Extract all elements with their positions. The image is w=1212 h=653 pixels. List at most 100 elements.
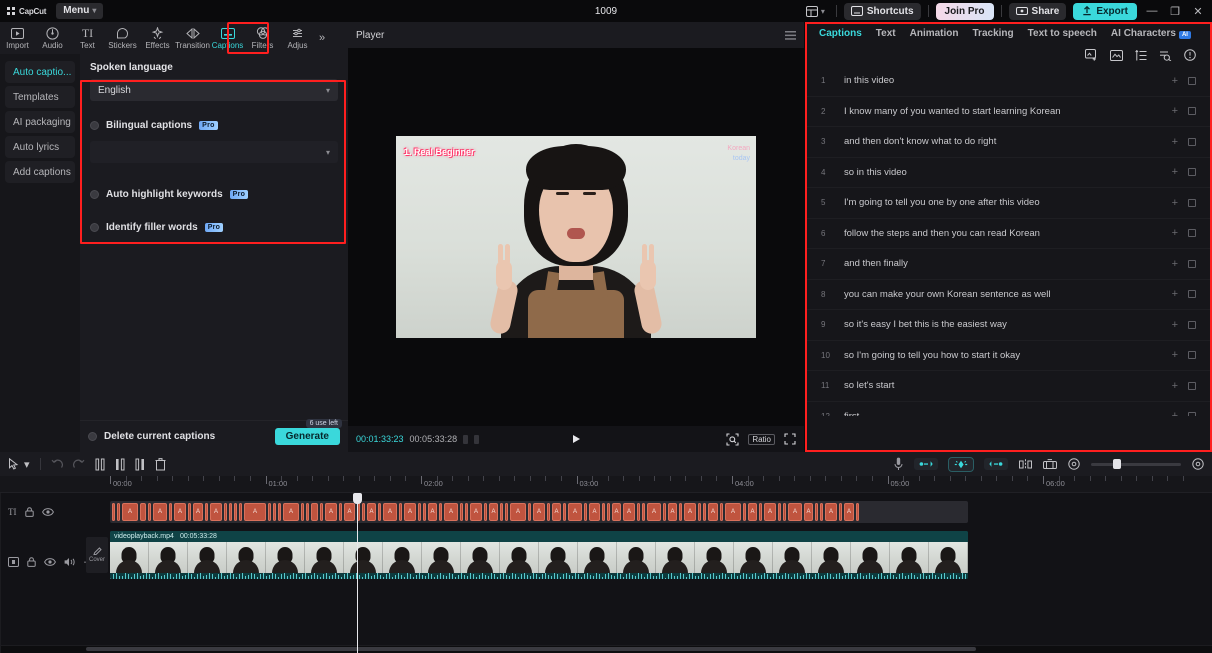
sidebar-item-auto-lyrics[interactable]: Auto lyrics [5, 136, 75, 158]
text-clip[interactable]: A [122, 503, 138, 521]
plus-icon[interactable]: + [1172, 319, 1178, 331]
text-clip[interactable] [607, 503, 610, 521]
trim-left-icon[interactable] [115, 458, 125, 471]
hamburger-icon[interactable] [785, 30, 796, 40]
playhead-knob[interactable] [353, 493, 362, 504]
text-clip[interactable]: A [725, 503, 741, 521]
checkbox-icon[interactable] [1188, 229, 1196, 238]
caption-row[interactable]: 10 so I'm going to tell you how to start… [805, 341, 1212, 371]
sort-list-icon[interactable] [1135, 49, 1147, 61]
text-clip[interactable]: A [804, 503, 813, 521]
checkbox-icon[interactable] [1188, 259, 1196, 268]
checkbox-icon[interactable] [1188, 76, 1196, 85]
text-clip[interactable] [584, 503, 587, 521]
text-clip[interactable] [500, 503, 503, 521]
text-clip[interactable] [378, 503, 381, 521]
text-clip[interactable] [268, 503, 271, 521]
generate-button[interactable]: Generate [274, 428, 340, 445]
sidebar-item-add-captions[interactable]: Add captions [5, 161, 75, 183]
text-clip[interactable]: A [533, 503, 545, 521]
undo-icon[interactable] [51, 459, 63, 470]
text-clip[interactable] [759, 503, 762, 521]
text-clip[interactable] [362, 503, 365, 521]
caption-text[interactable]: and then finally [844, 258, 1162, 269]
toolbar-item-audio[interactable]: Audio [35, 22, 70, 54]
checkbox-icon[interactable] [1188, 412, 1196, 416]
plus-icon[interactable]: + [1172, 197, 1178, 209]
text-clip[interactable]: A [684, 503, 696, 521]
caption-row[interactable]: 4 so in this video + [805, 158, 1212, 188]
checkbox-icon[interactable] [1188, 137, 1196, 146]
plus-icon[interactable]: + [1172, 105, 1178, 117]
caption-text[interactable]: you can make your own Korean sentence as… [844, 289, 1162, 300]
text-clip[interactable]: A [623, 503, 635, 521]
checkbox-icon[interactable] [1188, 198, 1196, 207]
text-clip[interactable] [856, 503, 859, 521]
text-clip[interactable] [399, 503, 402, 521]
caption-row[interactable]: 8 you can make your own Korean sentence … [805, 280, 1212, 310]
captions-list[interactable]: 1 in this video + 2 I know many of you w… [805, 66, 1212, 416]
text-clip[interactable] [839, 503, 842, 521]
crop-icon[interactable] [726, 432, 739, 446]
text-clip[interactable] [306, 503, 309, 521]
caption-row[interactable]: 6 follow the steps and then you can read… [805, 219, 1212, 249]
player-stage[interactable]: 1. Real Beginner Korean today [348, 48, 804, 426]
sidebar-item-ai-packaging[interactable]: AI packaging [5, 111, 75, 133]
text-clip[interactable]: A [404, 503, 416, 521]
toolbar-item-text[interactable]: TI Text [70, 22, 105, 54]
text-clip[interactable] [112, 503, 115, 521]
chevron-down-icon[interactable]: ▾ [24, 458, 30, 471]
checkbox-icon[interactable] [1188, 290, 1196, 299]
text-clip[interactable]: A [489, 503, 498, 521]
text-clip[interactable] [439, 503, 442, 521]
text-clip[interactable]: A [444, 503, 458, 521]
text-clip[interactable] [239, 503, 242, 521]
text-clip[interactable]: A [174, 503, 186, 521]
text-clip[interactable]: A [470, 503, 482, 521]
text-clip[interactable] [642, 503, 645, 521]
text-clip[interactable] [224, 503, 227, 521]
checkbox-icon[interactable] [1188, 320, 1196, 329]
checkbox-icon[interactable] [1188, 107, 1196, 116]
text-clip[interactable] [148, 503, 151, 521]
plus-icon[interactable]: + [1172, 288, 1178, 300]
text-clip[interactable]: A [568, 503, 582, 521]
text-clip[interactable]: A [552, 503, 561, 521]
text-clip[interactable] [301, 503, 304, 521]
text-clip[interactable] [783, 503, 786, 521]
microphone-icon[interactable] [894, 457, 903, 471]
text-clip[interactable]: A [589, 503, 600, 521]
text-clip[interactable] [418, 503, 421, 521]
toolbar-item-import[interactable]: Import [0, 22, 35, 54]
text-clip[interactable] [484, 503, 487, 521]
zoom-fit-icon[interactable] [1192, 458, 1204, 470]
toolbar-item-captions[interactable]: Captions [210, 22, 245, 54]
info-icon[interactable] [1184, 49, 1196, 61]
play-icon[interactable] [572, 435, 580, 443]
text-track[interactable]: AAAAAAAAAAAAAAAAAAAAAAAAAAAAAAAAAA [110, 501, 968, 523]
video-caption-overlay[interactable]: 1. Real Beginner [404, 147, 475, 157]
second-language-select[interactable]: ▾ [90, 141, 338, 163]
text-clip[interactable]: A [210, 503, 222, 521]
caption-row[interactable]: 2 I know many of you wanted to start lea… [805, 97, 1212, 127]
caption-row[interactable]: 3 and then don't know what to do right + [805, 127, 1212, 158]
plus-icon[interactable]: + [1172, 410, 1178, 416]
text-clip[interactable] [528, 503, 531, 521]
text-clip[interactable]: A [367, 503, 376, 521]
text-clip[interactable] [778, 503, 781, 521]
playhead[interactable] [353, 493, 362, 653]
horizontal-scrollbar[interactable] [86, 647, 976, 651]
image-caption-icon[interactable] [1110, 49, 1123, 61]
timeline-zoom-slider[interactable] [1091, 459, 1181, 469]
eye-icon[interactable] [44, 558, 56, 566]
checkbox-icon[interactable] [90, 223, 99, 232]
text-clip[interactable] [602, 503, 605, 521]
text-clip[interactable] [423, 503, 426, 521]
slider-knob[interactable] [1113, 459, 1121, 469]
text-clip[interactable] [460, 503, 463, 521]
text-clip[interactable]: A [383, 503, 397, 521]
mirror-icon[interactable] [1019, 458, 1032, 470]
find-replace-icon[interactable] [1159, 50, 1172, 61]
caption-row[interactable]: 1 in this video + [805, 66, 1212, 97]
checkbox-icon[interactable] [90, 190, 99, 199]
